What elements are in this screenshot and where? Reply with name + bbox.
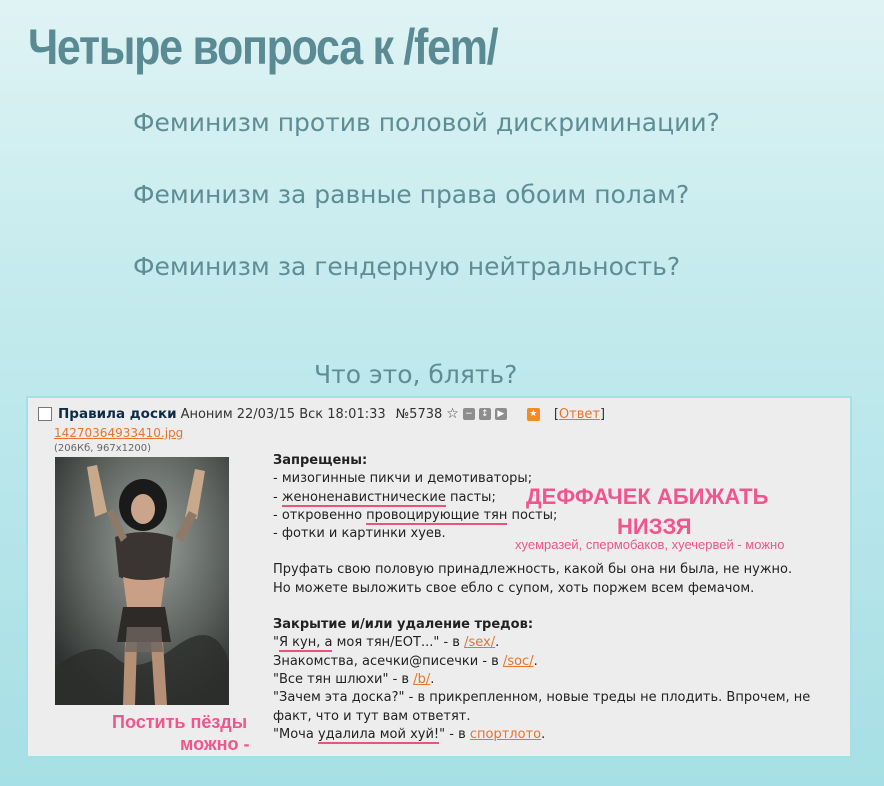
closing-item: "Я кун, а моя тян/ЕОТ..." - в /sex/. — [273, 635, 500, 653]
body-paragraph: Пруфать свою половую принадлежность, как… — [273, 562, 793, 578]
annotation-small: хуемразей, спермобаков, хуечервей - можн… — [515, 537, 785, 552]
post-header: Правила доски Аноним 22/03/15 Вск 18:01:… — [38, 406, 605, 422]
question-1: Феминизм против половой дискриминации? — [133, 108, 720, 137]
expand-icon[interactable]: ↕ — [478, 408, 491, 420]
star-icon[interactable]: ☆ — [446, 406, 459, 422]
reply-link[interactable]: Ответ — [559, 407, 600, 422]
board-post: Правила доски Аноним 22/03/15 Вск 18:01:… — [26, 396, 852, 758]
favorite-icon[interactable]: ★ — [526, 407, 540, 421]
closing-item: факт, что и тут вам ответят. — [273, 708, 471, 724]
file-link[interactable]: 14270364933410.jpg — [54, 426, 183, 440]
file-meta: (206Кб, 967x1200) — [54, 443, 151, 454]
board-link-b[interactable]: /b/ — [413, 672, 430, 687]
annotation-left-2: можно - — [180, 734, 250, 754]
file-link-wrap: 14270364933410.jpg — [54, 426, 183, 440]
checkbox-icon[interactable] — [38, 407, 52, 421]
question-2: Феминизм за равные права обоим полам? — [133, 180, 690, 209]
closing-item: "Моча удалила мой хуй!" - в спортлото. — [273, 726, 546, 744]
post-subject: Правила доски — [58, 406, 177, 422]
post-number[interactable]: №5738 — [396, 407, 443, 422]
closing-header: Закрытие и/или удаление тредов: — [273, 617, 534, 633]
what-is-this-caption: Что это, блять? — [314, 360, 518, 389]
reply-link-wrapper: [Ответ] — [553, 406, 606, 422]
forbidden-header: Запрещены: — [273, 453, 368, 468]
question-3: Феминизм за гендерную нейтральность? — [133, 252, 681, 281]
closing-item: "Все тян шлюхи" - в /b/. — [273, 671, 435, 687]
hide-icon[interactable]: − — [462, 408, 475, 420]
poster-name: Аноним — [180, 406, 233, 422]
board-link-soc[interactable]: /soc/ — [503, 654, 534, 669]
body-paragraph: Но можете выложить свое ебло с супом, хо… — [273, 580, 755, 596]
annotation-big-1: ДЕФФАЧЕК АБИЖАТЬ — [526, 484, 769, 509]
board-link-sex[interactable]: /sex/ — [464, 635, 495, 650]
play-icon[interactable]: ▶ — [494, 408, 507, 420]
annotation-left-1: Постить пёзды — [112, 712, 248, 732]
closing-item: "Зачем эта доска?" - в прикрепленном, но… — [273, 690, 811, 706]
page-title: Четыре вопроса к /fem/ — [28, 19, 499, 75]
board-link-sportloto[interactable]: спортлото — [470, 727, 541, 742]
post-datetime: 22/03/15 Вск 18:01:33 — [236, 406, 386, 422]
post-image[interactable] — [55, 457, 229, 705]
closing-item: Знакомства, асечки@писечки - в /soc/. — [273, 653, 538, 669]
